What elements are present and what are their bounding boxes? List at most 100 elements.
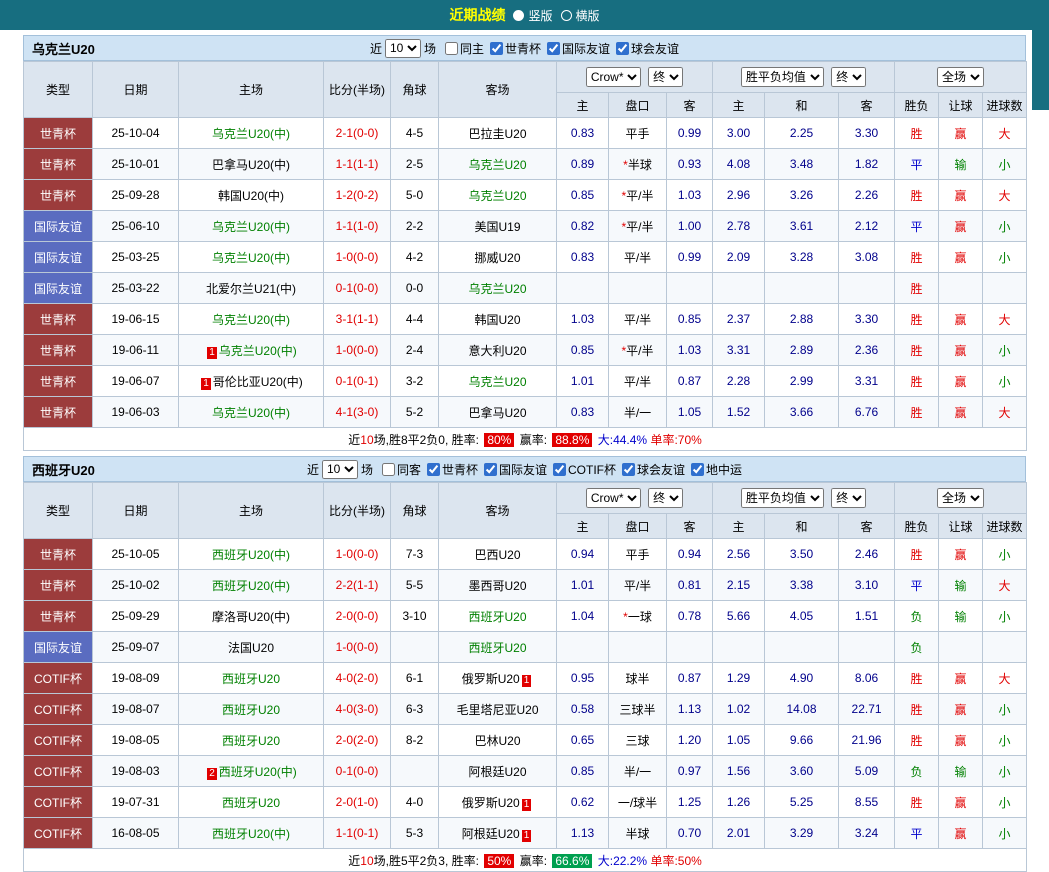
odds-company-select[interactable]: Crow* bbox=[586, 488, 641, 508]
cell-avg-1: 3.38 bbox=[765, 570, 839, 601]
summary-part: 50% bbox=[678, 854, 702, 868]
col-away: 客场 bbox=[439, 483, 557, 539]
avg-type-select[interactable]: 胜平负均值 bbox=[741, 67, 824, 87]
cell-handicap bbox=[609, 632, 667, 663]
filter-checkbox-5[interactable] bbox=[691, 463, 704, 476]
avg-time-select[interactable]: 终 bbox=[831, 488, 866, 508]
team-name-text: 西班牙U20(中) bbox=[212, 548, 290, 562]
filter-option[interactable]: 同客 bbox=[382, 461, 421, 478]
cell-avg-2: 3.31 bbox=[839, 366, 895, 397]
cell-home-team: 2西班牙U20(中) bbox=[179, 756, 324, 787]
cell-avg-2: 3.08 bbox=[839, 242, 895, 273]
scope-select[interactable]: 全场 bbox=[937, 488, 984, 508]
summary-part: 10 bbox=[360, 433, 373, 447]
cell-home-team: 法国U20 bbox=[179, 632, 324, 663]
filter-bar: 近 10 场 同客世青杯国际友谊COTIF杯球会友谊地中运 bbox=[307, 460, 742, 479]
sub-avg-win: 主 bbox=[713, 514, 765, 539]
scope-select[interactable]: 全场 bbox=[937, 67, 984, 87]
cell-away-team: 西班牙U20 bbox=[439, 632, 557, 663]
filter-checkboxes: 同主世青杯国际友谊球会友谊 bbox=[439, 40, 679, 57]
filter-checkbox-2[interactable] bbox=[547, 42, 560, 55]
filter-checkbox-3[interactable] bbox=[553, 463, 566, 476]
cell-odds-away: 0.87 bbox=[667, 366, 713, 397]
cell-corner: 2-5 bbox=[391, 149, 439, 180]
section-header: 西班牙U20 近 10 场 同客世青杯国际友谊COTIF杯球会友谊地中运 bbox=[23, 456, 1026, 482]
cell-avg-0: 2.01 bbox=[713, 818, 765, 849]
team-name-text: 乌克兰U20(中) bbox=[219, 344, 297, 358]
filter-option-label: 同主 bbox=[460, 40, 484, 57]
scope-group-header: 全场 bbox=[895, 483, 1027, 514]
rows-body: 世青杯25-10-04乌克兰U20(中)2-1(0-0)4-5巴拉圭U200.8… bbox=[24, 118, 1027, 428]
cell-competition: COTIF杯 bbox=[24, 663, 93, 694]
cell-date: 25-10-04 bbox=[93, 118, 179, 149]
cell-date: 19-06-03 bbox=[93, 397, 179, 428]
games-count-select[interactable]: 10 bbox=[322, 460, 358, 479]
cell-home-team: 北爱尔兰U21(中) bbox=[179, 273, 324, 304]
team-name-text: 西班牙U20(中) bbox=[212, 827, 290, 841]
cell-avg-2: 2.46 bbox=[839, 539, 895, 570]
match-row: COTIF杯16-08-05西班牙U20(中)1-1(0-1)5-3阿根廷U20… bbox=[24, 818, 1027, 849]
star-mark: * bbox=[621, 189, 626, 203]
cell-avg-0 bbox=[713, 632, 765, 663]
radio-unselected-icon bbox=[561, 10, 572, 21]
cell-home-team: 西班牙U20 bbox=[179, 663, 324, 694]
filter-option[interactable]: 世青杯 bbox=[490, 40, 541, 57]
odds-time-select[interactable]: 终 bbox=[648, 67, 683, 87]
cell-date: 19-06-11 bbox=[93, 335, 179, 366]
cell-handicap-result: 赢 bbox=[939, 242, 983, 273]
layout-option-horizontal[interactable]: 横版 bbox=[561, 7, 600, 24]
filter-option[interactable]: 球会友谊 bbox=[616, 40, 679, 57]
filter-option[interactable]: 地中运 bbox=[691, 461, 742, 478]
filter-checkbox-1[interactable] bbox=[490, 42, 503, 55]
filter-option[interactable]: COTIF杯 bbox=[553, 461, 616, 478]
filter-option[interactable]: 同主 bbox=[445, 40, 484, 57]
scrollbar-thumb[interactable] bbox=[1032, 30, 1049, 110]
filter-option[interactable]: 球会友谊 bbox=[622, 461, 685, 478]
cell-corner: 4-2 bbox=[391, 242, 439, 273]
summary-part: 赢率: bbox=[516, 433, 550, 447]
cell-away-team: 阿根廷U201 bbox=[439, 818, 557, 849]
cell-score: 1-0(0-0) bbox=[324, 539, 391, 570]
filter-checkbox-2[interactable] bbox=[484, 463, 497, 476]
team-name-text: 西班牙U20 bbox=[222, 703, 280, 717]
cell-handicap: 三球半 bbox=[609, 694, 667, 725]
cell-avg-1: 3.48 bbox=[765, 149, 839, 180]
cell-avg-1: 2.99 bbox=[765, 366, 839, 397]
cell-handicap: 一/球半 bbox=[609, 787, 667, 818]
header-controls-row: 类型 日期 主场 比分(半场) 角球 客场 Crow* 终 胜平负均值 终 bbox=[24, 62, 1027, 93]
filter-option[interactable]: 世青杯 bbox=[427, 461, 478, 478]
avg-time-select[interactable]: 终 bbox=[831, 67, 866, 87]
team-name-text: 韩国U20 bbox=[474, 313, 520, 327]
sub-avg-draw: 和 bbox=[765, 93, 839, 118]
cell-corner bbox=[391, 756, 439, 787]
cell-handicap-result: 赢 bbox=[939, 663, 983, 694]
cell-avg-2: 8.55 bbox=[839, 787, 895, 818]
filter-checkbox-0[interactable] bbox=[445, 42, 458, 55]
team-name-text: 西班牙U20(中) bbox=[212, 579, 290, 593]
cell-odds-home: 0.62 bbox=[557, 787, 609, 818]
cell-avg-1: 3.26 bbox=[765, 180, 839, 211]
filter-checkbox-4[interactable] bbox=[622, 463, 635, 476]
matches-table: 类型 日期 主场 比分(半场) 角球 客场 Crow* 终 胜平负均值 终 bbox=[23, 61, 1027, 451]
filter-checkbox-1[interactable] bbox=[427, 463, 440, 476]
avg-type-select[interactable]: 胜平负均值 bbox=[741, 488, 824, 508]
cell-corner: 2-2 bbox=[391, 211, 439, 242]
cell-result: 胜 bbox=[895, 335, 939, 366]
cell-date: 19-06-07 bbox=[93, 366, 179, 397]
games-count-select[interactable]: 10 bbox=[385, 39, 421, 58]
team-name-text: 西班牙U20(中) bbox=[219, 765, 297, 779]
team-name-text: 西班牙U20 bbox=[222, 796, 280, 810]
summary-part: 66.6% bbox=[552, 854, 592, 868]
col-home: 主场 bbox=[179, 483, 324, 539]
cell-date: 25-09-28 bbox=[93, 180, 179, 211]
cell-date: 25-09-29 bbox=[93, 601, 179, 632]
cell-goals-result: 小 bbox=[983, 335, 1027, 366]
cell-handicap-result: 赢 bbox=[939, 366, 983, 397]
filter-option[interactable]: 国际友谊 bbox=[484, 461, 547, 478]
filter-checkbox-3[interactable] bbox=[616, 42, 629, 55]
layout-option-vertical[interactable]: 竖版 bbox=[513, 7, 552, 24]
filter-checkbox-0[interactable] bbox=[382, 463, 395, 476]
odds-company-select[interactable]: Crow* bbox=[586, 67, 641, 87]
filter-option[interactable]: 国际友谊 bbox=[547, 40, 610, 57]
odds-time-select[interactable]: 终 bbox=[648, 488, 683, 508]
